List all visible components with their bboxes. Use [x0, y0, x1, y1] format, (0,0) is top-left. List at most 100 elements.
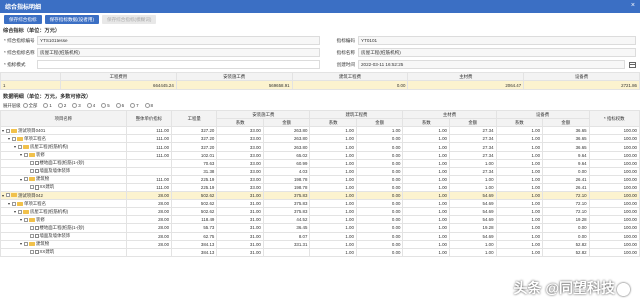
- summary-cell[interactable]: 0.00: [291, 80, 409, 91]
- detail-cell[interactable]: [125, 247, 173, 257]
- detail-cell[interactable]: 100.00: [588, 166, 640, 176]
- index-name-field[interactable]: 房屋工程(桩筋机构): [37, 48, 320, 57]
- level-radio-8[interactable]: 8: [144, 103, 153, 109]
- detail-cell[interactable]: 0.00: [355, 207, 404, 217]
- detail-cell[interactable]: 28.00: [125, 215, 173, 225]
- detail-cell[interactable]: 33.00: [216, 182, 264, 193]
- detail-cell[interactable]: 0.00: [355, 182, 404, 193]
- detail-cell[interactable]: 1.00: [309, 199, 357, 209]
- detail-cell[interactable]: 1.00: [309, 158, 357, 168]
- detail-cell[interactable]: 327.20: [171, 126, 218, 136]
- detail-cell[interactable]: 100.00: [588, 231, 640, 241]
- row-checkbox[interactable]: [6, 193, 10, 198]
- detail-cell[interactable]: 0.00: [542, 223, 590, 233]
- detail-cell[interactable]: 0.00: [542, 166, 590, 176]
- detail-cell[interactable]: 36.65: [542, 126, 590, 136]
- detail-cell[interactable]: 225.19: [171, 182, 218, 193]
- detail-cell[interactable]: 100.00: [588, 223, 640, 233]
- detail-cell[interactable]: 1.00: [495, 223, 544, 233]
- detail-cell[interactable]: 72.10: [542, 199, 590, 209]
- detail-row[interactable]: 楼地面工程(桩筋)1-(砂) 28.00 55.73 31.00 36.45 1.00 0.…: [0, 223, 640, 233]
- detail-row[interactable]: ▾ 房屋工程(桩筋机构) 111.00 327.20 33.00 263.80 1.00 0.…: [0, 142, 640, 152]
- detail-cell[interactable]: 1.00: [495, 231, 544, 241]
- detail-cell[interactable]: 111.00: [125, 126, 173, 136]
- detail-cell[interactable]: 100.00: [588, 126, 640, 136]
- detail-cell[interactable]: 72.10: [542, 191, 590, 201]
- detail-row[interactable]: ▾ 建筑物 28.00 384.13 31.00 331.31 1.00 0.00 1.00 1.…: [0, 239, 640, 249]
- level-radio-6[interactable]: 6: [115, 103, 124, 109]
- detail-cell[interactable]: 1.00: [309, 191, 357, 201]
- detail-cell[interactable]: 4.03: [262, 166, 311, 176]
- detail-cell[interactable]: 27.34: [449, 142, 497, 152]
- detail-cell[interactable]: 263.80: [262, 142, 311, 152]
- detail-cell[interactable]: 100.00: [588, 158, 640, 168]
- detail-cell[interactable]: 0.00: [355, 231, 404, 241]
- detail-cell[interactable]: 502.62: [171, 191, 218, 201]
- detail-cell[interactable]: 54.69: [449, 207, 497, 217]
- detail-cell[interactable]: 36.65: [542, 142, 590, 152]
- detail-cell[interactable]: 33.00: [216, 126, 264, 136]
- summary-cell[interactable]: 664445.24: [60, 80, 177, 91]
- save-composite-index-button[interactable]: 保存综合指标: [4, 15, 42, 24]
- detail-cell[interactable]: 1.00: [309, 223, 357, 233]
- detail-cell[interactable]: 72.10: [542, 207, 590, 217]
- detail-cell[interactable]: 28.00: [125, 223, 173, 233]
- detail-cell[interactable]: 9.64: [542, 158, 590, 168]
- detail-row[interactable]: 墙面及墙体装饰 31.38 33.00 4.03 1.00 0.00 1.00 27.34 1.…: [0, 166, 640, 176]
- detail-cell[interactable]: 1.00: [402, 207, 450, 217]
- detail-cell[interactable]: 1.00: [309, 142, 357, 152]
- detail-row[interactable]: ▾ 测试项目0401 111.00 327.20 33.00 263.80 1.00 1.00…: [0, 126, 640, 136]
- detail-row[interactable]: ▾ 测试项目042 28.00 502.62 31.00 375.83 1.00 0.00 1.…: [0, 191, 640, 201]
- detail-cell[interactable]: 62.75: [171, 231, 218, 241]
- detail-cell[interactable]: 1.00: [495, 174, 544, 184]
- detail-cell[interactable]: 0.00: [355, 158, 404, 168]
- created-time-field[interactable]: 2022-03-11 16:52:25: [358, 60, 625, 69]
- detail-cell[interactable]: 327.20: [171, 134, 218, 144]
- detail-cell[interactable]: 19.28: [542, 215, 590, 225]
- detail-cell[interactable]: 1.00: [449, 174, 497, 184]
- detail-cell[interactable]: 31.00: [216, 239, 264, 249]
- detail-cell[interactable]: 1.00: [495, 247, 544, 257]
- detail-cell[interactable]: 100.00: [588, 247, 640, 257]
- summary-cell[interactable]: 2064.47: [407, 80, 525, 91]
- detail-cell[interactable]: [125, 158, 173, 168]
- detail-cell[interactable]: 1.00: [495, 126, 544, 136]
- index-mode-field[interactable]: [37, 60, 320, 69]
- detail-cell[interactable]: 1.00: [495, 158, 544, 168]
- detail-cell[interactable]: 0.00: [355, 166, 404, 176]
- detail-cell[interactable]: 1.00: [449, 158, 497, 168]
- detail-cell[interactable]: 1.00: [309, 239, 357, 249]
- row-checkbox[interactable]: [30, 225, 34, 230]
- detail-cell[interactable]: 31.00: [216, 199, 264, 209]
- detail-cell[interactable]: 502.62: [171, 199, 218, 209]
- detail-cell[interactable]: 31.00: [216, 223, 264, 233]
- detail-cell[interactable]: 33.00: [216, 166, 264, 176]
- detail-cell[interactable]: 36.45: [262, 223, 311, 233]
- detail-cell[interactable]: 1.00: [402, 142, 450, 152]
- row-checkbox[interactable]: [18, 209, 22, 214]
- detail-cell[interactable]: 100.00: [588, 182, 640, 193]
- detail-cell[interactable]: 111.00: [125, 134, 173, 144]
- detail-cell[interactable]: 1.00: [495, 191, 544, 201]
- detail-row[interactable]: XX建筑 384.13 31.00 1.00 0.00 1.00 1.00 1.00 52.82…: [0, 247, 640, 257]
- detail-cell[interactable]: 27.34: [449, 134, 497, 144]
- detail-cell[interactable]: 1.00: [309, 174, 357, 184]
- index-title-field[interactable]: 房屋工程(桩筋机构): [358, 48, 636, 57]
- detail-cell[interactable]: 327.20: [171, 142, 218, 152]
- detail-cell[interactable]: 375.83: [262, 191, 311, 201]
- detail-cell[interactable]: 100.00: [588, 134, 640, 144]
- detail-cell[interactable]: 70.63: [171, 158, 218, 168]
- detail-cell[interactable]: 502.62: [171, 207, 218, 217]
- index-code-field[interactable]: YT0101: [358, 36, 636, 45]
- detail-cell[interactable]: 8.07: [262, 231, 311, 241]
- detail-cell[interactable]: 54.69: [449, 215, 497, 225]
- detail-cell[interactable]: 55.73: [171, 223, 218, 233]
- row-checkbox[interactable]: [24, 241, 28, 246]
- detail-cell[interactable]: 1.00: [309, 166, 357, 176]
- detail-cell[interactable]: 1.00: [495, 142, 544, 152]
- detail-cell[interactable]: 28.00: [125, 191, 173, 201]
- detail-cell[interactable]: 1.00: [309, 207, 357, 217]
- detail-cell[interactable]: 1.00: [402, 191, 450, 201]
- detail-cell[interactable]: 27.34: [449, 126, 497, 136]
- row-checkbox[interactable]: [24, 217, 28, 222]
